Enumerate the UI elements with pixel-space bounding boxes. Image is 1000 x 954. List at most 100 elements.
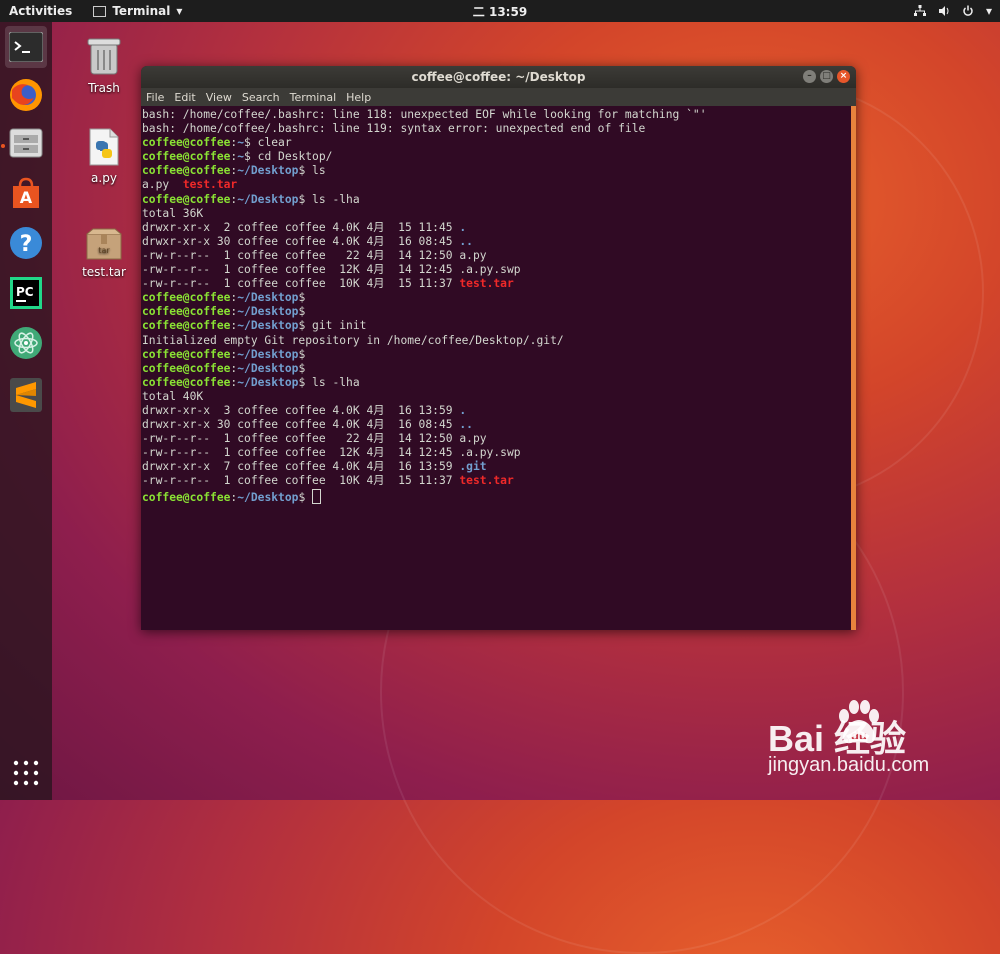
desktop-icon-label: test.tar [82, 265, 126, 279]
menu-edit[interactable]: Edit [174, 91, 195, 104]
desktop-icon-a-py[interactable]: a.py [72, 128, 136, 185]
desktop-icon-test-tar[interactable]: tar test.tar [72, 228, 136, 279]
terminal-line: coffee@coffee:~/Desktop$ ls [142, 164, 850, 178]
menu-bar: File Edit View Search Terminal Help [141, 88, 856, 106]
terminal-window[interactable]: coffee@coffee: ~/Desktop – □ × File Edit… [141, 66, 856, 630]
top-bar: Activities Terminal ▾ 二 13:59 ▾ [0, 0, 1000, 22]
show-applications-button[interactable] [5, 752, 47, 794]
prompt-path: ~/Desktop [237, 490, 299, 504]
terminal-cursor [312, 488, 322, 504]
terminal-line: coffee@coffee:~/Desktop$ [142, 488, 850, 504]
prompt-path: ~/Desktop [237, 291, 299, 305]
dock-files[interactable] [5, 122, 47, 164]
file-name: test.tar [182, 178, 238, 192]
menu-terminal[interactable]: Terminal [290, 91, 337, 104]
prompt-path: ~/Desktop [237, 305, 299, 319]
menu-file[interactable]: File [146, 91, 164, 104]
watermark-url: jingyan.baidu.com [768, 754, 930, 776]
terminal-text: -rw-r--r-- 1 coffee coffee 10K 4月 15 11:… [142, 277, 460, 291]
prompt-path: ~/Desktop [237, 319, 299, 333]
terminal-text: $ git init [298, 319, 367, 333]
terminal-line: coffee@coffee:~/Desktop$ ls -lha [142, 376, 850, 390]
terminal-text: $ cd Desktop/ [244, 150, 333, 164]
close-button[interactable]: × [837, 70, 850, 83]
chevron-down-icon: ▾ [985, 4, 992, 18]
terminal-text: drwxr-xr-x 30 coffee coffee 4.0K 4月 16 0… [142, 234, 460, 248]
dock-firefox[interactable] [5, 74, 47, 116]
terminal-text: a.py [142, 178, 183, 192]
terminal-text: $ [298, 305, 306, 319]
terminal-text: total 36K [142, 206, 204, 220]
terminal-text: bash: /home/coffee/.bashrc: line 119: sy… [142, 122, 646, 136]
svg-text:PC: PC [16, 285, 34, 299]
menu-search[interactable]: Search [242, 91, 280, 104]
terminal-text: bash: /home/coffee/.bashrc: line 118: un… [142, 108, 707, 121]
terminal-text: $ ls -lha [298, 375, 360, 389]
dock-sublime[interactable] [5, 374, 47, 416]
terminal-line: -rw-r--r-- 1 coffee coffee 12K 4月 14 12:… [142, 263, 850, 277]
terminal-line: coffee@coffee:~/Desktop$ [142, 362, 850, 376]
app-menu[interactable]: Terminal ▾ [81, 4, 182, 18]
terminal-text: $ ls [298, 164, 326, 178]
terminal-line: coffee@coffee:~/Desktop$ [142, 305, 850, 319]
prompt-user: coffee@coffee [142, 150, 231, 164]
dock-pycharm[interactable]: PC [5, 272, 47, 314]
trash-icon [87, 38, 121, 75]
terminal-text: $ [298, 490, 313, 504]
terminal-line: -rw-r--r-- 1 coffee coffee 10K 4月 15 11:… [142, 474, 850, 488]
archive-icon: tar [86, 228, 122, 260]
file-name: . [459, 220, 467, 234]
terminal-icon [9, 32, 43, 62]
prompt-user: coffee@coffee [142, 136, 231, 150]
prompt-user: coffee@coffee [142, 375, 231, 389]
terminal-line: coffee@coffee:~/Desktop$ ls -lha [142, 193, 850, 207]
terminal-text: -rw-r--r-- 1 coffee coffee 12K 4月 14 12:… [142, 446, 521, 460]
terminal-text: $ clear [244, 136, 292, 150]
prompt-user: coffee@coffee [142, 319, 231, 333]
network-icon [913, 5, 926, 16]
dock-atom[interactable] [5, 322, 47, 364]
system-tray[interactable]: ▾ [913, 0, 992, 22]
window-titlebar[interactable]: coffee@coffee: ~/Desktop – □ × [141, 66, 856, 88]
prompt-user: coffee@coffee [142, 164, 231, 178]
terminal-line: total 40K [142, 390, 850, 404]
terminal-line: drwxr-xr-x 7 coffee coffee 4.0K 4月 16 13… [142, 460, 850, 474]
file-name: .. [459, 234, 473, 248]
terminal-text: $ [298, 347, 306, 361]
terminal-text: drwxr-xr-x 3 coffee coffee 4.0K 4月 16 13… [142, 403, 460, 417]
activities-button[interactable]: Activities [0, 4, 81, 18]
svg-text:?: ? [20, 232, 33, 257]
prompt-user: coffee@coffee [142, 291, 231, 305]
terminal-line: coffee@coffee:~/Desktop$ [142, 348, 850, 362]
terminal-line: -rw-r--r-- 1 coffee coffee 10K 4月 15 11:… [142, 277, 850, 291]
menu-view[interactable]: View [206, 91, 232, 104]
file-name: .git [459, 460, 487, 474]
dock-software[interactable]: A [5, 172, 47, 214]
prompt-path: ~/Desktop [237, 192, 299, 206]
power-icon [963, 5, 973, 16]
dock-terminal[interactable] [5, 26, 47, 68]
dock: A ? PC [0, 22, 52, 800]
terminal-output[interactable]: bash: /home/coffee/.bashrc: line 118: un… [141, 106, 851, 630]
dock-help[interactable]: ? [5, 222, 47, 264]
pycharm-icon: PC [10, 277, 42, 309]
terminal-line: -rw-r--r-- 1 coffee coffee 22 4月 14 12:5… [142, 249, 850, 263]
scrollbar[interactable] [851, 106, 856, 630]
svg-text:A: A [20, 188, 33, 207]
terminal-text: -rw-r--r-- 1 coffee coffee 22 4月 14 12:5… [142, 248, 487, 262]
terminal-line: coffee@coffee:~/Desktop$ [142, 291, 850, 305]
minimize-button[interactable]: – [803, 70, 816, 83]
file-name: .. [459, 418, 473, 432]
file-name: test.tar [459, 277, 514, 291]
terminal-line: bash: /home/coffee/.bashrc: line 118: un… [142, 108, 850, 122]
software-icon: A [13, 177, 39, 208]
maximize-button[interactable]: □ [820, 70, 833, 83]
sublime-icon [10, 378, 42, 412]
prompt-user: coffee@coffee [142, 192, 231, 206]
terminal-line: Initialized empty Git repository in /hom… [142, 334, 850, 348]
menu-help[interactable]: Help [346, 91, 371, 104]
volume-icon [938, 6, 949, 16]
terminal-line: -rw-r--r-- 1 coffee coffee 12K 4月 14 12:… [142, 446, 850, 460]
desktop-icon-trash[interactable]: Trash [72, 36, 136, 95]
terminal-line: coffee@coffee:~$ cd Desktop/ [142, 150, 850, 164]
